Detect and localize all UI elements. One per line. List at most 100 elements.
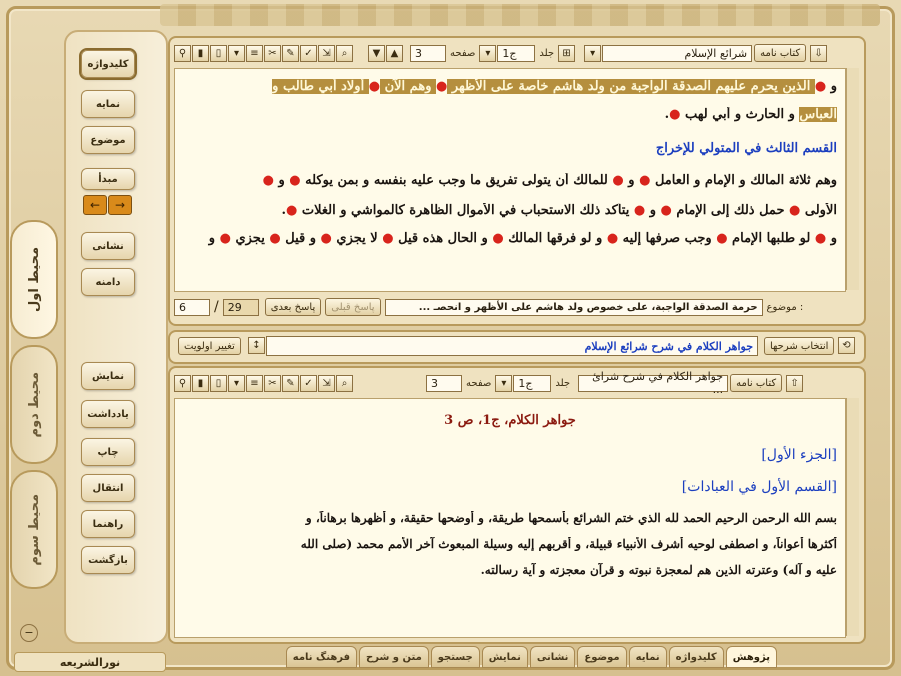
binoculars-icon[interactable]: ⚲ [174,44,191,62]
marker-icon[interactable]: ● [669,107,680,122]
tab-keyword[interactable]: کلیدواژه [668,646,724,668]
check-icon[interactable]: ✓ [300,44,317,62]
list-icon[interactable]: ≡ [246,44,263,62]
note-button[interactable]: یادداشت [81,400,135,428]
text-segment: و لو فرقها المالك [503,231,607,246]
tab-address[interactable]: نشانی [529,646,576,668]
tab-research[interactable]: پژوهش [725,646,777,668]
refresh-icon[interactable]: ⟲ [838,337,855,354]
check-icon[interactable]: ✓ [300,374,317,392]
paragraph-line: عليه و آله) وعترته الذين هم لمعجزة نبوته… [480,563,837,577]
edit-icon[interactable]: ✎ [282,374,299,392]
marker-icon[interactable]: ● [382,231,393,246]
commentary-name-field[interactable]: جواهر الكلام في شرح شرائع الإسلام [266,336,758,356]
marker-icon[interactable]: ● [436,79,447,94]
marker-icon[interactable]: ● [369,79,380,94]
highlight-icon[interactable]: ⇲ [318,374,335,392]
origin-button[interactable]: مبدأ [81,168,135,190]
back-button[interactable]: بازگشت [81,546,135,574]
select-commentary-button[interactable]: انتخاب شرحها [764,337,835,355]
page-field[interactable]: 3 [426,374,462,392]
tab-environment-3-label: محیط سوم [26,493,42,566]
display-button[interactable]: نمایش [81,362,135,390]
page-down-icon[interactable]: ▼ [368,44,385,62]
tab-environment-1[interactable]: محیط اول [10,220,58,339]
expand-icon[interactable]: ⇧ [786,374,804,392]
list-icon[interactable]: ≡ [246,374,263,392]
help-button[interactable]: راهنما [81,510,135,538]
volume-dropdown-icon[interactable]: ▾ [495,374,513,392]
book-name-field[interactable]: جواهر الكلام في شرح شرائ ... [578,370,729,396]
page-field[interactable]: 3 [410,44,446,62]
collapse-icon[interactable]: ⇩ [810,44,828,62]
dropdown-icon[interactable]: ▾ [228,44,245,62]
tab-text-and-commentary[interactable]: متن و شرح [359,646,429,668]
change-priority-button[interactable]: تغییر اولویت [178,337,241,355]
marker-icon[interactable]: ● [220,231,231,246]
volume-dropdown-icon[interactable]: ▾ [479,44,497,62]
prev-answer-button[interactable]: پاسخ قبلی [325,298,381,316]
marker-icon[interactable]: ● [815,231,826,246]
transfer-button[interactable]: انتقال [81,474,135,502]
marker-icon[interactable]: ● [269,231,280,246]
answer-total-field[interactable]: 6 [174,298,210,316]
arrow-left-icon[interactable]: ← [83,195,107,215]
tab-environment-2[interactable]: محیط دوم [10,345,58,464]
magnifier-icon[interactable]: ⌕ [336,374,353,392]
main-scrollbar[interactable] [846,68,859,290]
marker-icon[interactable]: ● [612,173,623,188]
book-list-button[interactable]: کتاب نامه [754,44,807,62]
edit-icon[interactable]: ✎ [282,44,299,62]
commentary-text-area[interactable]: جواهر الكلام، ج1، ص 3 [الجزء الأول] [الق… [174,398,846,638]
marker-icon[interactable]: ● [815,79,826,94]
tab-search[interactable]: جستجو [430,646,480,668]
copy-icon[interactable]: ▯ [210,374,227,392]
book-list-button[interactable]: کتاب نامه [730,374,783,392]
index-button[interactable]: نمایه [81,90,135,118]
volume-field[interactable]: ج1 [497,44,536,62]
marker-icon[interactable]: ● [607,231,618,246]
cut-icon[interactable]: ✂ [264,374,281,392]
commentary-scrollbar[interactable] [846,398,859,636]
tab-index[interactable]: نمایه [628,646,667,668]
marker-icon[interactable]: ● [289,173,300,188]
tab-display[interactable]: نمایش [481,646,528,668]
marker-icon[interactable]: ● [661,203,672,218]
tree-icon[interactable]: ⊞ [558,44,576,62]
copy-icon[interactable]: ▯ [210,44,227,62]
text-line: و ● الذين يحرم عليهم الصدقة الواجبة من و… [181,79,837,94]
marker-icon[interactable]: ● [639,173,650,188]
tab-environment-3[interactable]: محیط سوم [10,470,58,589]
marker-icon[interactable]: ● [263,173,274,188]
marker-icon[interactable]: ● [634,203,645,218]
answer-counter: 29 [222,298,259,316]
main-text-area[interactable]: و ● الذين يحرم عليهم الصدقة الواجبة من و… [174,68,846,292]
bookmark-icon[interactable]: ▮ [192,44,209,62]
marker-icon[interactable]: ● [492,231,503,246]
tab-topic[interactable]: موضوع [577,646,627,668]
bookmark-icon[interactable]: ▮ [192,374,209,392]
minimize-icon[interactable]: − [20,624,38,642]
tab-dictionary[interactable]: فرهنگ نامه [285,646,358,668]
book-dropdown-icon[interactable]: ▾ [584,44,602,62]
print-button[interactable]: چاپ [81,438,135,466]
next-answer-button[interactable]: پاسخ بعدی [264,298,322,316]
marker-icon[interactable]: ● [789,203,800,218]
magnifier-icon[interactable]: ⌕ [336,44,353,62]
marker-icon[interactable]: ● [321,231,332,246]
volume-field[interactable]: ج1 [513,374,552,392]
marker-icon[interactable]: ● [716,231,727,246]
arrow-right-icon[interactable]: → [108,195,132,215]
priority-spinner-icon[interactable]: ↕ [248,337,265,354]
topic-button[interactable]: موضوع [81,126,135,154]
address-button[interactable]: نشانی [81,232,135,260]
book-name-field[interactable]: شرائع الإسلام [602,44,753,62]
page-up-icon[interactable]: ▲ [386,44,403,62]
binoculars-icon[interactable]: ⚲ [174,374,191,392]
dropdown-icon[interactable]: ▾ [228,374,245,392]
highlight-icon[interactable]: ⇲ [318,44,335,62]
marker-icon[interactable]: ● [286,203,297,218]
keyword-button[interactable]: کلیدواژه [81,50,135,78]
scope-button[interactable]: دامنه [81,268,135,296]
cut-icon[interactable]: ✂ [264,44,281,62]
